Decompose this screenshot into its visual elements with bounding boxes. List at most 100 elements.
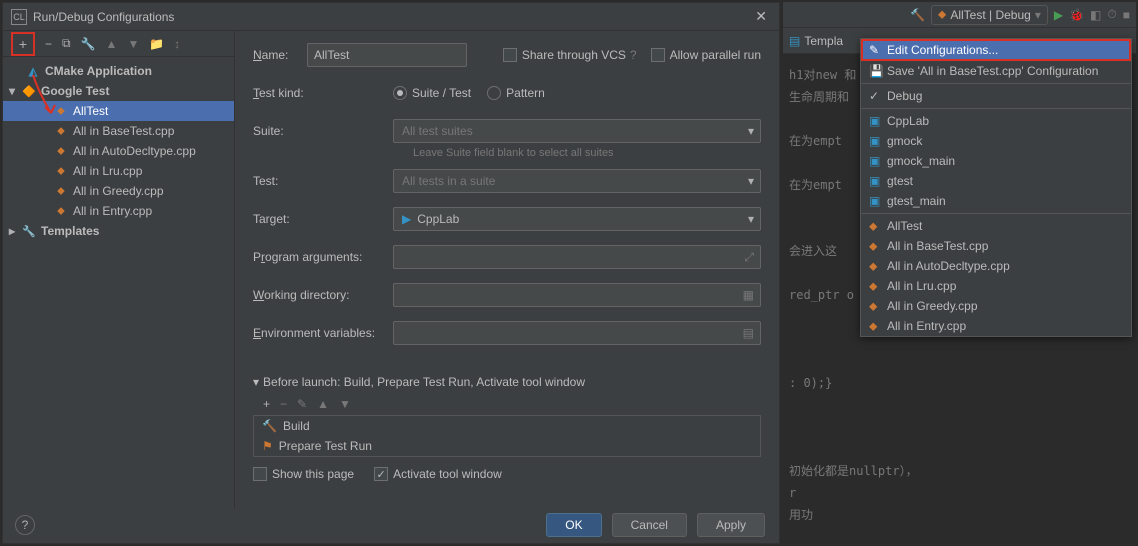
test-icon: ⬥	[869, 279, 881, 294]
menu-test[interactable]: ⬥All in Lru.cpp	[861, 276, 1131, 296]
test-icon: ⬥	[869, 319, 881, 334]
test-icon: ⬥	[53, 165, 69, 178]
folder-icon[interactable]: ▦	[743, 288, 754, 302]
tab-templa[interactable]: Templa	[804, 34, 843, 48]
menu-test[interactable]: ⬥All in AutoDecltype.cpp	[861, 256, 1131, 276]
progargs-label: Program arguments:	[253, 250, 393, 264]
run-icon[interactable]: ▶	[1054, 8, 1063, 22]
remove-icon[interactable]: −	[280, 397, 287, 411]
chevron-down-icon: ▾	[9, 84, 21, 98]
down-icon[interactable]: ▼	[339, 397, 351, 411]
parallel-check[interactable]: Allow parallel run	[651, 48, 761, 62]
close-icon[interactable]: ✕	[751, 8, 771, 25]
before-item-prepare[interactable]: ⚑Prepare Test Run	[254, 436, 760, 456]
dialog-buttons: OK Cancel Apply	[532, 507, 779, 543]
ok-button[interactable]: OK	[546, 513, 601, 537]
tree-item[interactable]: ⬥All in BaseTest.cpp	[3, 121, 234, 141]
show-page-check[interactable]: Show this page	[253, 467, 354, 481]
expand-icon[interactable]: ↕	[174, 37, 180, 51]
wrench-icon[interactable]: 🔧	[81, 37, 96, 51]
hammer-icon[interactable]: 🔨	[910, 8, 925, 22]
flag-icon: ⚑	[262, 439, 273, 453]
envvars-input[interactable]: ▤	[393, 321, 761, 345]
edit-icon[interactable]: ✎	[297, 397, 307, 411]
test-dropdown[interactable]: All tests in a suite▾	[393, 169, 761, 193]
menu-opt[interactable]: ▣CppLab	[861, 111, 1131, 131]
menu-test[interactable]: ⬥All in Entry.cpp	[861, 316, 1131, 336]
menu-opt[interactable]: ▣gtest	[861, 171, 1131, 191]
file-icon: ▤	[789, 34, 800, 48]
tree-templates[interactable]: ▸ 🔧 Templates	[3, 221, 234, 241]
tree-item[interactable]: ⬥All in AutoDecltype.cpp	[3, 141, 234, 161]
tree-item[interactable]: ⬥All in Greedy.cpp	[3, 181, 234, 201]
test-label: Test:	[253, 174, 393, 188]
run-config-selector[interactable]: ⬥ AllTest | Debug ▾	[931, 5, 1048, 25]
run-debug-dialog: CL Run/Debug Configurations ✕ + − ⧉ 🔧 ▲ …	[2, 2, 780, 544]
suite-dropdown[interactable]: All test suites▾	[393, 119, 761, 143]
folder-icon[interactable]: 📁	[149, 37, 164, 51]
progargs-input[interactable]: ⤢	[393, 245, 761, 269]
menu-test[interactable]: ⬥All in BaseTest.cpp	[861, 236, 1131, 256]
help-icon[interactable]: ?	[630, 48, 637, 62]
tree-cmake[interactable]: ◭ CMake Application	[3, 61, 234, 81]
target-label: Target:	[253, 212, 393, 226]
chevron-down-icon: ▾	[748, 124, 754, 138]
menu-opt[interactable]: ▣gmock_main	[861, 151, 1131, 171]
copy-icon[interactable]: ⧉	[62, 36, 71, 51]
before-launch-list: 🔨Build ⚑Prepare Test Run	[253, 415, 761, 457]
apply-button[interactable]: Apply	[697, 513, 765, 537]
menu-separator	[861, 83, 1131, 84]
before-item-build[interactable]: 🔨Build	[254, 416, 760, 436]
config-tree: ◭ CMake Application ▾ 🔶 Google Test ⬥ Al…	[3, 57, 234, 509]
tree-gtest[interactable]: ▾ 🔶 Google Test	[3, 81, 234, 101]
menu-save-config[interactable]: 💾 Save 'All in BaseTest.cpp' Configurati…	[861, 61, 1131, 81]
activate-tool-check[interactable]: Activate tool window	[374, 467, 502, 481]
menu-edit-configs[interactable]: ✎ Edit Configurations...	[861, 39, 1131, 61]
chevron-down-icon: ▾	[1035, 8, 1041, 22]
up-icon[interactable]: ▲	[317, 397, 329, 411]
before-toolbar: + − ✎ ▲ ▼	[253, 395, 761, 415]
tree-item-alltest[interactable]: ⬥ AllTest	[3, 101, 234, 121]
testkind-label: Test kind:	[253, 86, 393, 100]
target-dropdown[interactable]: ▶CppLab▾	[393, 207, 761, 231]
menu-opt[interactable]: ▣gtest_main	[861, 191, 1131, 211]
workdir-input[interactable]: ▦	[393, 283, 761, 307]
test-icon: ⬥	[53, 145, 69, 158]
tree-item[interactable]: ⬥All in Entry.cpp	[3, 201, 234, 221]
menu-separator	[861, 213, 1131, 214]
test-icon: ⬥	[53, 125, 69, 138]
list-icon[interactable]: ▤	[743, 326, 754, 340]
ide-background: 🔨 ⬥ AllTest | Debug ▾ ▶ 🐞 ◧ ⏱ ■ ▤ Templa…	[783, 2, 1136, 544]
add-config-button[interactable]: +	[11, 32, 35, 56]
radio-pattern[interactable]: Pattern	[487, 86, 545, 100]
remove-icon[interactable]: −	[45, 37, 52, 51]
clion-logo-icon: CL	[11, 9, 27, 25]
target-icon: ▣	[869, 114, 881, 128]
debug-icon[interactable]: 🐞	[1069, 8, 1084, 22]
before-launch-title[interactable]: ▾ Before launch: Build, Prepare Test Run…	[253, 375, 761, 389]
share-vcs-check[interactable]: Share through VCS ?	[503, 48, 637, 62]
menu-opt[interactable]: ▣gmock	[861, 131, 1131, 151]
chevron-down-icon: ▾	[748, 212, 754, 226]
run-config-menu: ✎ Edit Configurations... 💾 Save 'All in …	[860, 38, 1132, 337]
menu-test[interactable]: ⬥All in Greedy.cpp	[861, 296, 1131, 316]
name-input[interactable]	[307, 43, 467, 67]
help-button[interactable]: ?	[15, 515, 35, 535]
add-icon[interactable]: +	[263, 397, 270, 411]
stop-icon[interactable]: ■	[1123, 8, 1130, 22]
cancel-button[interactable]: Cancel	[612, 513, 687, 537]
expand-icon[interactable]: ⤢	[744, 250, 754, 265]
radio-suite[interactable]: Suite / Test	[393, 86, 471, 100]
chevron-right-icon: ▸	[9, 224, 21, 238]
menu-debug[interactable]: ✓ Debug	[861, 86, 1131, 106]
test-icon: ⬥	[53, 205, 69, 218]
tree-item[interactable]: ⬥All in Lru.cpp	[3, 161, 234, 181]
coverage-icon[interactable]: ◧	[1090, 8, 1101, 22]
suite-hint: Leave Suite field blank to select all su…	[413, 147, 761, 159]
menu-test[interactable]: ⬥AllTest	[861, 216, 1131, 236]
up-icon[interactable]: ▲	[106, 37, 118, 51]
target-icon: ▣	[869, 194, 881, 208]
cmake-icon: ◭	[25, 65, 41, 78]
profile-icon[interactable]: ⏱	[1107, 7, 1116, 22]
down-icon[interactable]: ▼	[127, 37, 139, 51]
